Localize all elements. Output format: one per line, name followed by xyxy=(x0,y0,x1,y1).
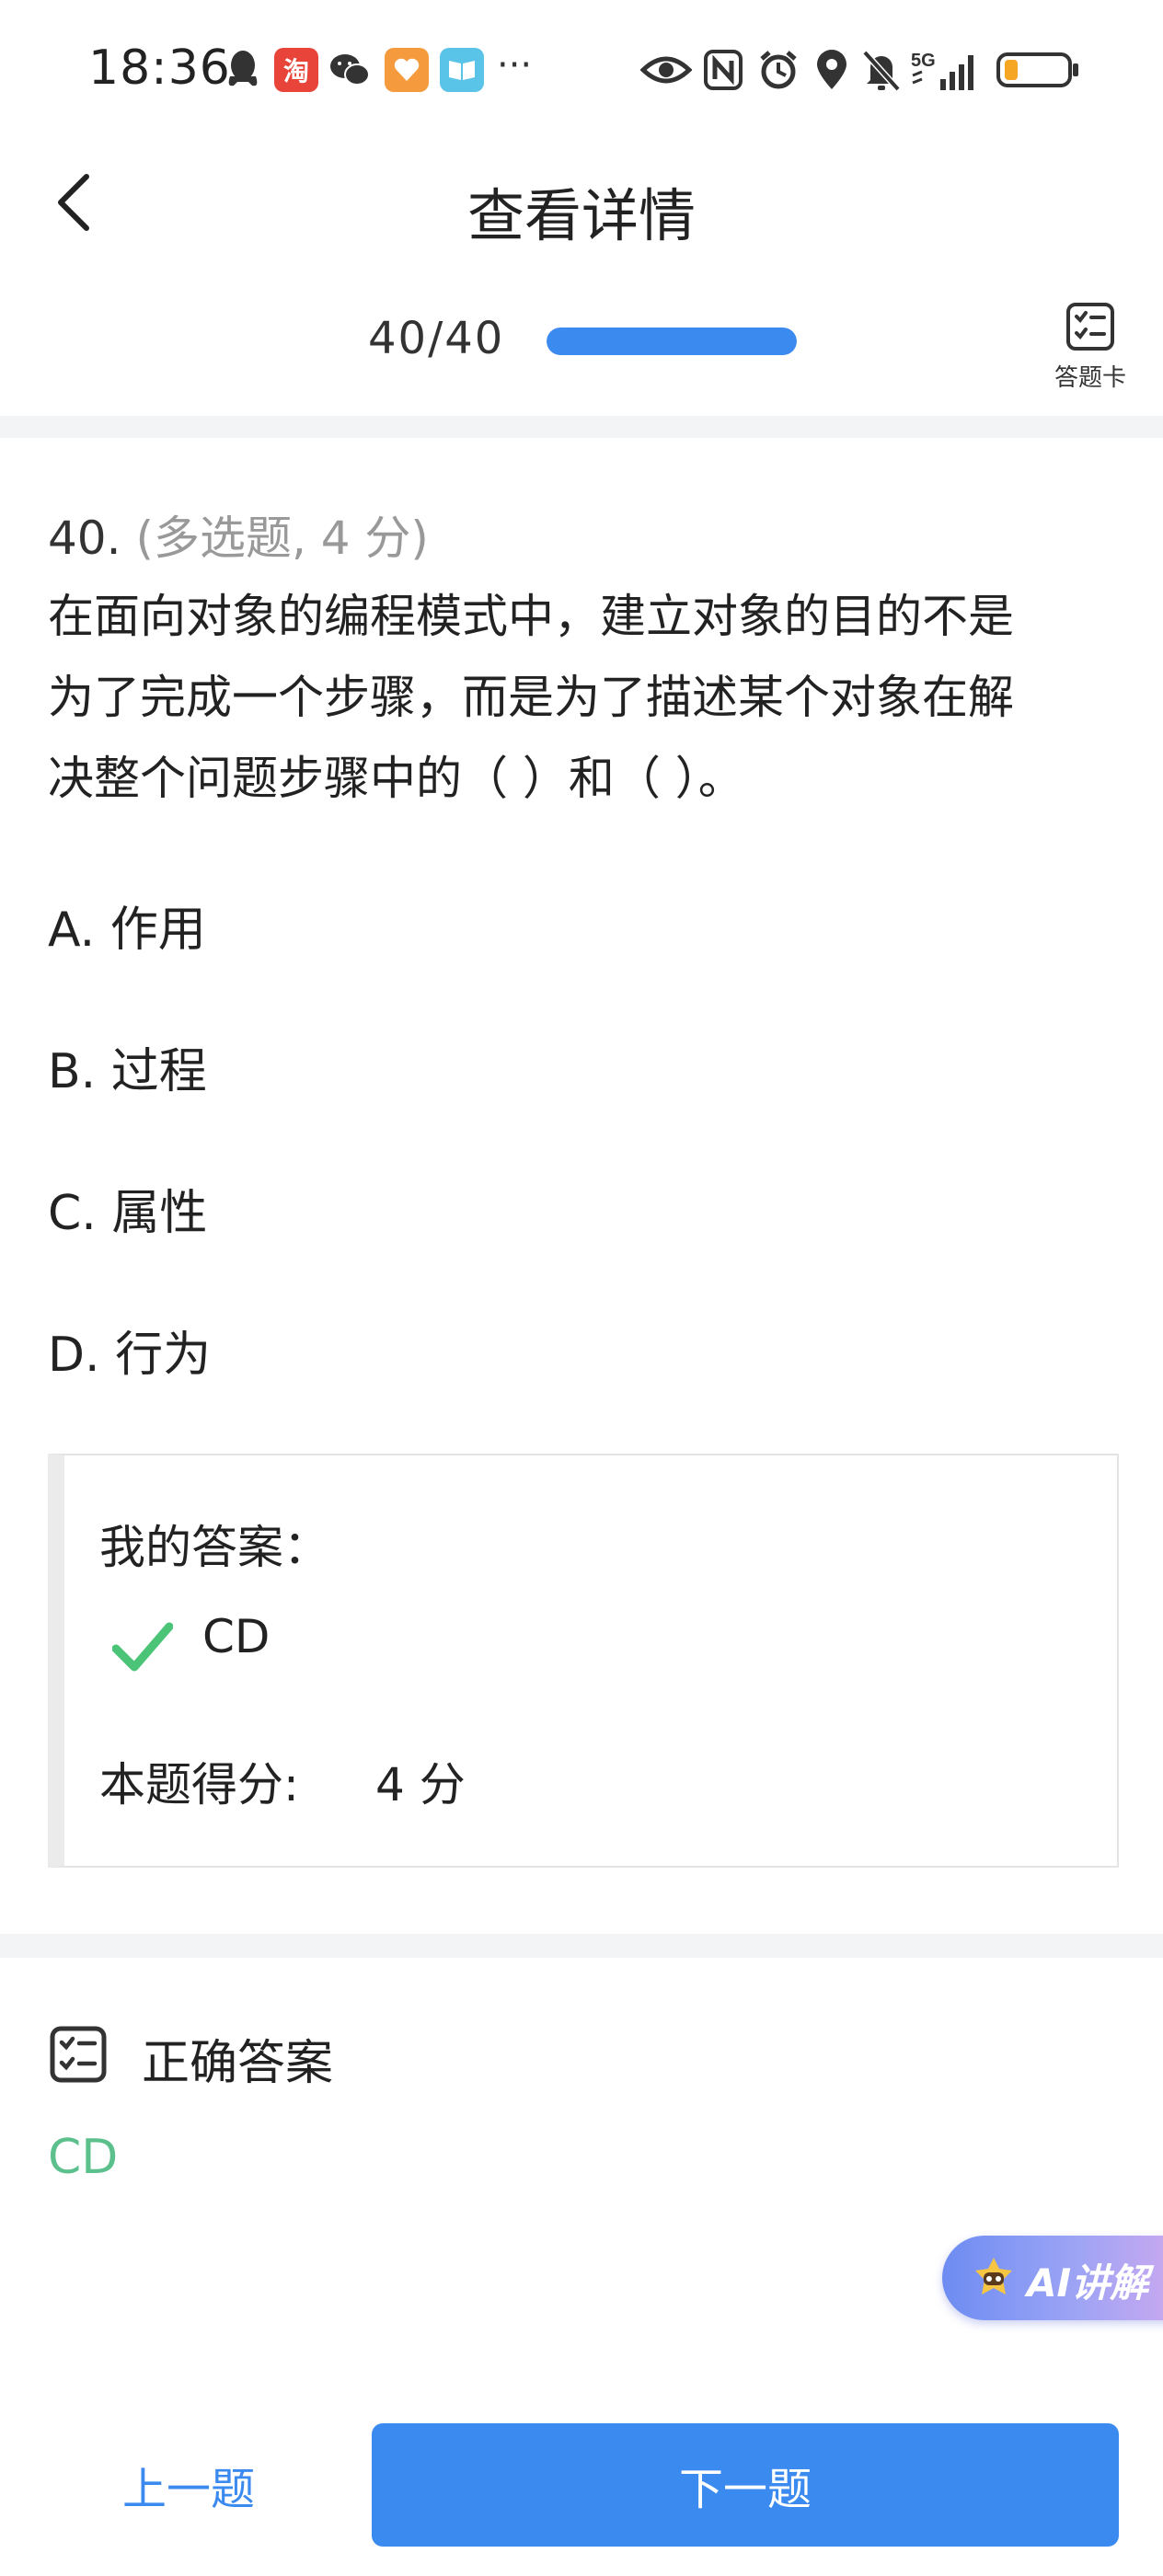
reader-app-icon xyxy=(440,48,484,92)
section-divider xyxy=(0,1934,1163,1958)
robot-mascot-icon xyxy=(975,2258,1012,2294)
question-text-line: 在面向对象的编程模式中，建立对象的目的不是 xyxy=(48,590,1014,643)
wechat-icon xyxy=(328,48,372,92)
answer-card-button[interactable]: 答题卡 xyxy=(1040,302,1141,403)
svg-text:5G: 5G xyxy=(911,51,936,71)
question-block: 40. (多选题, 4 分) 在面向对象的编程模式中，建立对象的目的不是 为了完… xyxy=(48,506,1124,819)
option-a[interactable]: A. 作用 xyxy=(48,891,206,960)
nfc-icon xyxy=(701,48,745,92)
score-value: 4 分 xyxy=(375,1758,466,1811)
question-text-line: 为了完成一个步骤，而是为了描述某个对象在解 xyxy=(48,671,1014,724)
checklist-icon xyxy=(50,2026,107,2083)
check-icon xyxy=(112,1622,173,1672)
score-label: 本题得分: xyxy=(99,1758,299,1811)
overflow-indicator: ··· xyxy=(497,44,533,86)
my-answer-label: 我的答案： xyxy=(99,1521,329,1574)
eye-icon xyxy=(640,48,692,92)
status-bar: 18:36 淘 ··· 5G xyxy=(0,0,1163,138)
next-question-button[interactable]: 下一题 xyxy=(372,2423,1119,2547)
qq-icon xyxy=(221,48,265,92)
health-app-icon xyxy=(385,48,429,92)
mute-icon xyxy=(859,48,904,92)
alarm-icon xyxy=(756,48,800,92)
option-c[interactable]: C. 属性 xyxy=(48,1174,207,1243)
question-text-line: 决整个问题步骤中的（ ）和（ ）。 xyxy=(48,752,744,805)
taobao-icon: 淘 xyxy=(274,48,318,92)
progress-bar xyxy=(547,328,797,355)
progress-row: 40/40 答题卡 xyxy=(0,276,1163,414)
option-b[interactable]: B. 过程 xyxy=(48,1032,207,1101)
question-number: 40. xyxy=(48,512,121,565)
page-title: 查看详情 xyxy=(466,182,696,249)
question-type: (多选题, 4 分) xyxy=(135,512,429,565)
option-d[interactable]: D. 行为 xyxy=(48,1316,211,1385)
ai-explain-button[interactable]: AI讲解 xyxy=(942,2236,1163,2320)
question-text: 在面向对象的编程模式中，建立对象的目的不是 为了完成一个步骤，而是为了描述某个对… xyxy=(48,576,1124,819)
progress-fill xyxy=(547,328,797,355)
correct-answer-title: 正确答案 xyxy=(142,2036,334,2091)
my-answer-panel: 我的答案： CD 本题得分: 4 分 xyxy=(48,1454,1119,1868)
battery-icon xyxy=(996,48,1080,92)
my-answer-value: CD xyxy=(202,1610,271,1663)
progress-count: 40/40 xyxy=(368,313,505,364)
status-time: 18:36 xyxy=(88,40,231,96)
location-icon xyxy=(810,48,854,92)
question-header: 40. (多选题, 4 分) xyxy=(48,506,1124,570)
section-divider xyxy=(0,416,1163,438)
ai-explain-label: AI讲解 xyxy=(1027,2260,1149,2306)
correct-answer-value: CD xyxy=(48,2130,119,2185)
bottom-nav-bar: 上一题 下一题 xyxy=(0,2392,1163,2576)
signal-icon: 5G xyxy=(909,48,983,92)
checklist-icon xyxy=(1066,303,1114,351)
previous-question-button[interactable]: 上一题 xyxy=(74,2423,304,2547)
answer-card-label: 答题卡 xyxy=(1054,364,1126,392)
top-app-bar: 查看详情 xyxy=(0,138,1163,267)
